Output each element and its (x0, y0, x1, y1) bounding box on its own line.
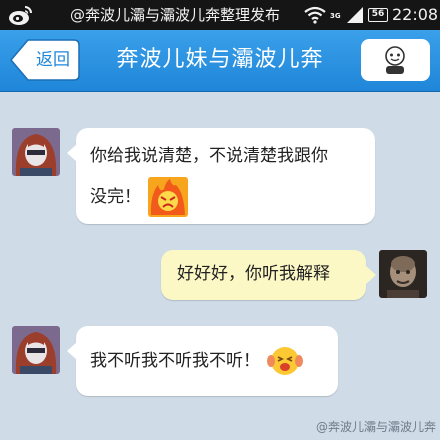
angry-fire-emoji-icon (148, 177, 189, 217)
signal-icon (347, 7, 363, 23)
profile-button[interactable] (361, 39, 430, 81)
message-text: 没完！ (90, 187, 141, 207)
contact-avatar[interactable] (12, 128, 60, 176)
message-bubble-incoming: 我不听我不听我不听！ (67, 326, 338, 396)
network-type: 3G (330, 12, 341, 20)
chat-header: 返回 奔波儿妹与灞波儿奔 (0, 30, 440, 92)
message-text: 你给我说清楚，不说清楚我跟你 (90, 146, 328, 166)
watermark: @奔波儿灞与灞波儿奔 (316, 420, 437, 434)
message-text: 好好好，你听我解释 (177, 264, 330, 284)
my-avatar[interactable] (379, 250, 427, 298)
weibo-logo-icon (9, 6, 32, 25)
clock: 22:08 (392, 5, 439, 24)
message-bubble-outgoing: 好好好，你听我解释 (161, 250, 376, 300)
message-text: 我不听我不听我不听！ (90, 351, 260, 371)
battery-level: 56 (368, 8, 388, 22)
back-button[interactable]: 返回 (10, 39, 80, 81)
contact-avatar[interactable] (12, 326, 60, 374)
wifi-icon (304, 6, 326, 24)
notification-title: @奔波儿灞与灞波儿奔整理发布 (70, 6, 281, 24)
covering-ears-emoji-icon (267, 347, 304, 375)
message-bubble-incoming: 你给我说清楚，不说清楚我跟你 没完！ (67, 128, 375, 224)
page-title: 奔波儿妹与灞波儿奔 (116, 47, 324, 72)
status-bar: @奔波儿灞与灞波儿奔整理发布 3G 56 22:08 (0, 0, 440, 30)
back-button-label: 返回 (36, 50, 70, 70)
person-icon (385, 46, 405, 74)
